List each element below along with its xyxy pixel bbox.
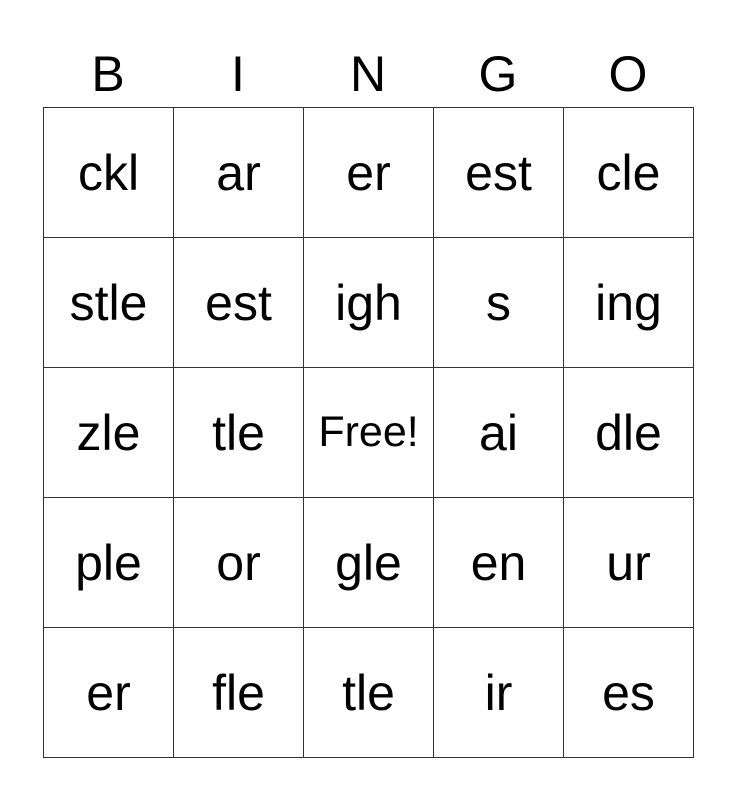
- bingo-header: B I N G O: [43, 44, 693, 104]
- bingo-grid: ckl ar er est cle stle est igh s ing zle tle Free! ai…: [43, 107, 694, 758]
- bingo-cell[interactable]: s: [433, 237, 564, 368]
- grid-row: ple or gle en ur: [43, 497, 694, 628]
- bingo-cell[interactable]: ai: [433, 367, 564, 498]
- header-letter: B: [91, 46, 125, 102]
- bingo-cell[interactable]: tle: [303, 627, 434, 758]
- grid-row: ckl ar er est cle: [43, 107, 694, 238]
- bingo-cell[interactable]: est: [433, 107, 564, 238]
- bingo-cell[interactable]: igh: [303, 237, 434, 368]
- bingo-cell[interactable]: cle: [563, 107, 694, 238]
- bingo-cell[interactable]: ckl: [43, 107, 174, 238]
- bingo-cell[interactable]: gle: [303, 497, 434, 628]
- bingo-cell[interactable]: stle: [43, 237, 174, 368]
- header-letter: I: [231, 46, 245, 102]
- bingo-cell[interactable]: er: [43, 627, 174, 758]
- bingo-cell[interactable]: ing: [563, 237, 694, 368]
- bingo-cell[interactable]: zle: [43, 367, 174, 498]
- bingo-cell[interactable]: es: [563, 627, 694, 758]
- bingo-cell[interactable]: en: [433, 497, 564, 628]
- bingo-cell[interactable]: dle: [563, 367, 694, 498]
- bingo-cell[interactable]: er: [303, 107, 434, 238]
- header-letter: N: [349, 46, 387, 102]
- bingo-cell[interactable]: ur: [563, 497, 694, 628]
- grid-row: er fle tle ir es: [43, 627, 694, 758]
- bingo-cell[interactable]: est: [173, 237, 304, 368]
- grid-row: zle tle Free! ai dle: [43, 367, 694, 498]
- bingo-cell[interactable]: fle: [173, 627, 304, 758]
- bingo-cell[interactable]: ir: [433, 627, 564, 758]
- bingo-cell[interactable]: ple: [43, 497, 174, 628]
- bingo-cell[interactable]: or: [173, 497, 304, 628]
- free-cell[interactable]: Free!: [303, 367, 434, 498]
- grid-row: stle est igh s ing: [43, 237, 694, 368]
- header-letter: O: [608, 46, 648, 102]
- header-letter: G: [478, 46, 518, 102]
- bingo-cell[interactable]: tle: [173, 367, 304, 498]
- bingo-cell[interactable]: ar: [173, 107, 304, 238]
